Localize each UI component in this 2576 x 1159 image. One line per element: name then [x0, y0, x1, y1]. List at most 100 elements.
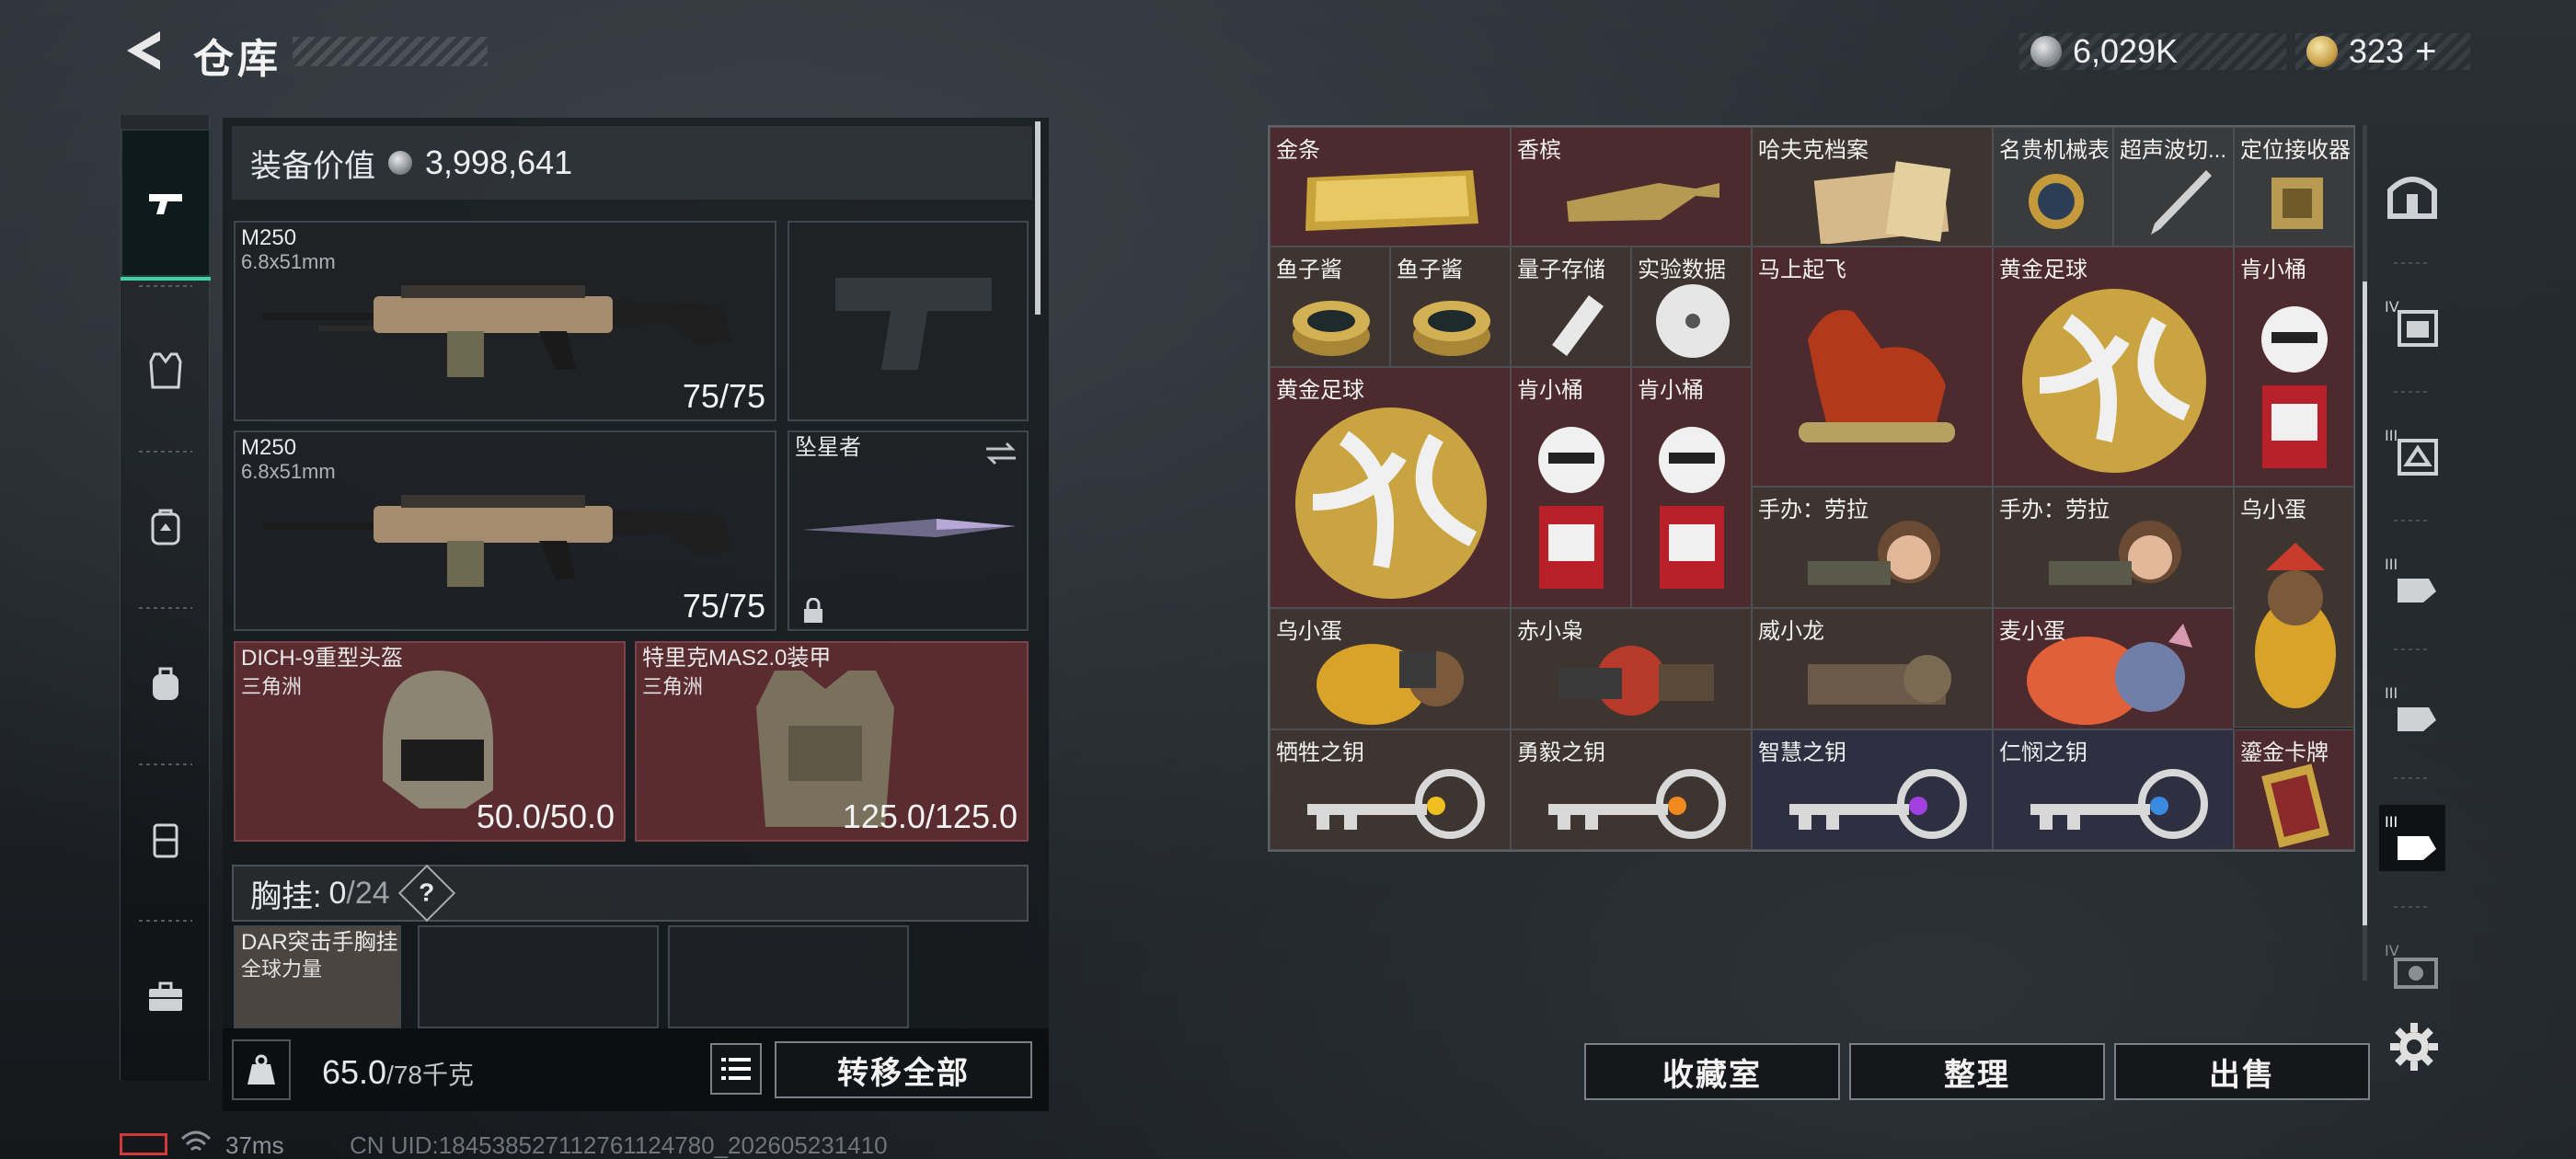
storage-box-icon: IV — [2385, 298, 2438, 347]
weight-icon — [232, 1039, 291, 1100]
storage-tab-nav: IV III III III III IV — [2363, 133, 2462, 1058]
helmet-slot[interactable]: DICH-9重型头盔 三角洲 50.0/50.0 — [234, 641, 626, 842]
nav-armor[interactable] — [121, 294, 211, 446]
list-view-button[interactable] — [710, 1043, 762, 1095]
sort-button[interactable]: 整理 — [1849, 1043, 2105, 1100]
add-currency-button[interactable]: + — [2415, 31, 2436, 73]
storage-item[interactable]: 仁悯之钥 — [1993, 729, 2234, 850]
page-title: 仓库 — [193, 37, 282, 82]
storage-item[interactable]: 名贵机械表 — [1993, 127, 2113, 247]
storage-item[interactable]: 黄金足球 — [1270, 367, 1511, 608]
disc-icon — [1656, 284, 1730, 358]
storage-item[interactable]: 勇毅之钥 — [1511, 729, 1752, 850]
gold-amount: 323 — [2349, 32, 2405, 70]
storage-item[interactable]: 乌小蛋 — [2234, 487, 2354, 728]
silver-amount: 6,029K — [2073, 32, 2179, 70]
storage-item[interactable]: 手办：劳拉 — [1752, 487, 1993, 608]
melee-slot[interactable]: 坠星者 — [788, 430, 1029, 631]
storage-item[interactable]: 肯小桶 — [1631, 367, 1752, 608]
rig-empty-slot[interactable] — [418, 925, 659, 1028]
armor-slot[interactable]: 特里克MAS2.0装甲 三角洲 125.0/125.0 — [635, 641, 1029, 842]
svg-text:III: III — [2385, 684, 2398, 702]
storage-item[interactable]: 鱼子酱 — [1390, 247, 1511, 367]
nav-case[interactable] — [121, 763, 211, 915]
nav-toolbox[interactable] — [121, 920, 211, 1072]
category-nav — [120, 115, 211, 1081]
storage-item[interactable]: 金条 — [1270, 127, 1511, 247]
storage-item[interactable]: 黄金足球 — [1993, 247, 2234, 487]
nav-backpack[interactable] — [121, 451, 211, 602]
tab-level-iv-display[interactable]: IV — [2379, 934, 2445, 1000]
rig-name: DAR突击手胸挂 — [241, 930, 398, 955]
display-box-icon: IV — [2385, 942, 2438, 989]
nav-weapons[interactable] — [121, 129, 211, 281]
nav-bag[interactable] — [121, 607, 211, 759]
ping-text: 37ms — [225, 1131, 284, 1159]
tab-level-iii-hand[interactable]: III — [2379, 547, 2445, 614]
storage-item[interactable]: 鎏金卡牌 — [2234, 729, 2354, 850]
lock-icon — [804, 598, 822, 623]
armor-faction: 三角洲 — [642, 675, 704, 698]
storage-item[interactable]: 鱼子酱 — [1270, 247, 1390, 367]
svg-text:IV: IV — [2385, 298, 2399, 316]
primary-weapon-slot-2[interactable]: M250 6.8x51mm 75/75 — [234, 430, 776, 631]
storage-item[interactable]: 量子存储 — [1511, 247, 1631, 367]
pistol-icon — [149, 193, 182, 214]
storage-item[interactable]: 手办：劳拉 — [1993, 487, 2234, 608]
chest-rig-capacity: /24 — [346, 875, 390, 911]
locator-icon — [2271, 178, 2323, 229]
tab-level-iii-hand-active[interactable]: III — [2379, 805, 2445, 871]
hand-icon: III — [2385, 684, 2436, 731]
gilded-card-icon — [2261, 763, 2329, 848]
backpack-icon — [151, 509, 180, 545]
storage-item[interactable]: 威小龙 — [1752, 608, 1993, 729]
hand-icon: III — [2385, 813, 2436, 860]
battery-icon — [120, 1133, 167, 1155]
transfer-all-button[interactable]: 转移全部 — [775, 1041, 1032, 1098]
storage-item[interactable]: 智慧之钥 — [1752, 729, 1993, 850]
armor-durability: 125.0/125.0 — [842, 798, 1018, 835]
caviar-tin-icon — [1293, 301, 1370, 356]
storage-item[interactable]: 超声波切... — [2113, 127, 2234, 247]
primary-weapon-slot-1[interactable]: M250 6.8x51mm 75/75 — [234, 221, 776, 421]
bag-icon — [153, 667, 178, 700]
storage-item[interactable]: 肯小桶 — [1511, 367, 1631, 608]
rig-item-slot[interactable]: DAR突击手胸挂 全球力量 — [234, 925, 401, 1028]
usb-drive-icon — [1552, 295, 1604, 356]
gold-currency[interactable]: 323 + — [2295, 31, 2470, 73]
caviar-tin-icon — [1413, 301, 1490, 356]
weapon-name: M250 — [241, 225, 297, 250]
storage-item[interactable]: 乌小蛋 — [1270, 608, 1511, 729]
chest-rig-count: 0 — [328, 875, 347, 911]
back-arrow-icon[interactable] — [120, 28, 166, 74]
tab-safe-box[interactable] — [2379, 161, 2445, 227]
weapon-name: M250 — [241, 435, 297, 460]
horse-statue-icon — [1799, 310, 1955, 442]
gold-coin-icon — [2306, 36, 2338, 67]
storage-item[interactable]: 肯小桶 — [2234, 247, 2354, 487]
help-icon[interactable]: ? — [397, 864, 455, 923]
tab-level-iii-hand-2[interactable]: III — [2379, 676, 2445, 742]
storage-item[interactable]: 麦小蛋 — [1993, 608, 2234, 729]
documents-icon — [1813, 161, 1951, 244]
storage-item[interactable]: 牺牲之钥 — [1270, 729, 1511, 850]
storage-item[interactable]: 赤小枭 — [1511, 608, 1752, 729]
storage-item[interactable]: 哈夫克档案 — [1752, 127, 1993, 247]
storage-item[interactable]: 定位接收器 — [2234, 127, 2354, 247]
pistol-slot[interactable] — [788, 221, 1029, 421]
storage-item[interactable]: 实验数据 — [1631, 247, 1752, 367]
tab-level-iii-storage[interactable]: III — [2379, 419, 2445, 485]
storage-item[interactable]: 香槟 — [1511, 127, 1752, 247]
swap-icon[interactable] — [984, 440, 1018, 467]
kfc-figurine-icon — [1538, 427, 1604, 589]
safe-box-icon — [2387, 177, 2437, 219]
settings-gear-icon[interactable] — [2388, 1021, 2440, 1073]
loadout-scrollbar[interactable] — [1035, 121, 1041, 315]
storage-item[interactable]: 马上起飞 — [1752, 247, 1993, 487]
helmet-durability: 50.0/50.0 — [476, 798, 615, 835]
svg-text:III: III — [2385, 427, 2398, 444]
tab-level-iv-storage[interactable]: IV — [2379, 290, 2445, 356]
sell-button[interactable]: 出售 — [2114, 1043, 2370, 1100]
collection-room-button[interactable]: 收藏室 — [1584, 1043, 1840, 1100]
rig-empty-slot[interactable] — [668, 925, 909, 1028]
